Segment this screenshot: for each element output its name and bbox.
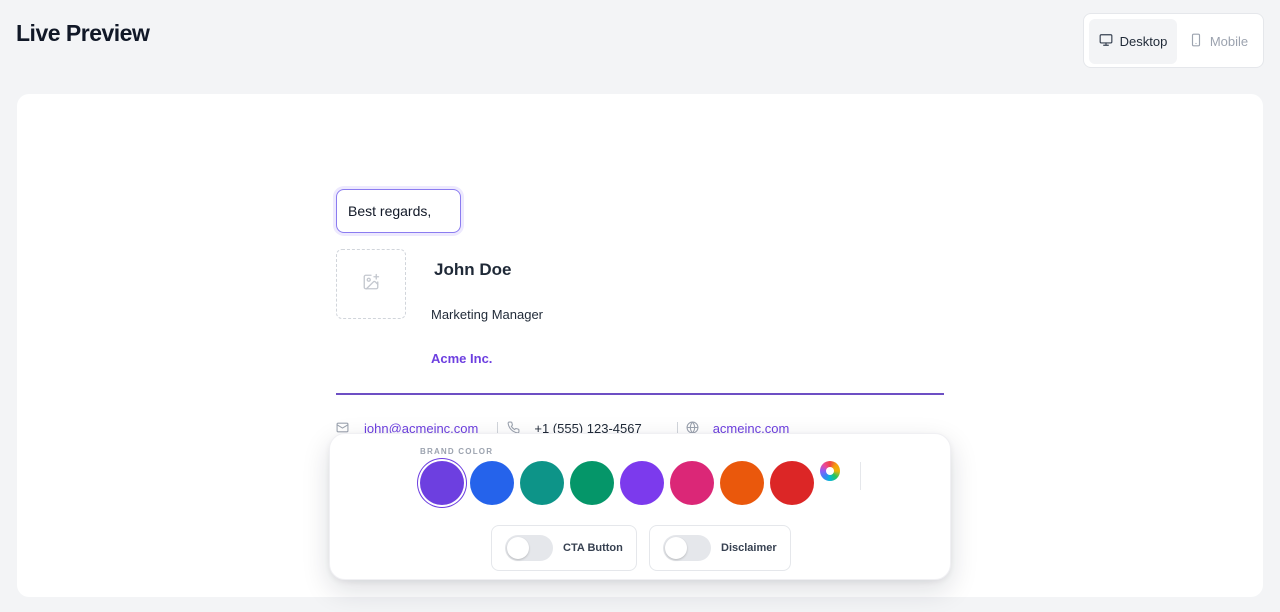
color-swatch[interactable] <box>670 461 714 505</box>
signature-name[interactable]: John Doe <box>434 260 511 280</box>
toolbar-divider <box>860 462 861 490</box>
smartphone-icon <box>1189 33 1203 50</box>
mobile-view-label: Mobile <box>1209 34 1249 49</box>
signature-divider <box>336 393 944 395</box>
disclaimer-switch[interactable] <box>663 535 711 561</box>
view-toggle: Desktop Mobile <box>1083 13 1264 68</box>
brand-color-label: BRAND COLOR <box>420 447 494 456</box>
cta-switch-knob <box>507 537 529 559</box>
cta-switch[interactable] <box>505 535 553 561</box>
color-swatch[interactable] <box>420 461 464 505</box>
greeting-text: Best regards, <box>348 203 432 219</box>
color-swatch[interactable] <box>720 461 764 505</box>
cta-toggle-label: CTA Button <box>563 542 623 554</box>
monitor-icon <box>1099 33 1113 50</box>
style-toolbar: BRAND COLOR CTA Button Disclaimer <box>329 433 951 580</box>
disclaimer-toggle-label: Disclaimer <box>721 542 777 554</box>
page-title: Live Preview <box>16 20 150 46</box>
disclaimer-toggle[interactable]: Disclaimer <box>649 525 791 571</box>
color-swatch[interactable] <box>770 461 814 505</box>
signature-job-title[interactable]: Marketing Manager <box>431 307 543 322</box>
color-swatch[interactable] <box>620 461 664 505</box>
greeting-input[interactable]: Best regards, <box>336 189 461 233</box>
mobile-view-button[interactable]: Mobile <box>1179 19 1258 64</box>
disclaimer-switch-knob <box>665 537 687 559</box>
color-swatch[interactable] <box>470 461 514 505</box>
image-plus-icon <box>362 273 380 296</box>
desktop-view-label: Desktop <box>1119 34 1168 49</box>
photo-upload-placeholder[interactable] <box>336 249 406 319</box>
cta-button-toggle[interactable]: CTA Button <box>491 525 637 571</box>
color-wheel-icon[interactable] <box>820 461 840 481</box>
signature-company[interactable]: Acme Inc. <box>431 351 492 366</box>
color-swatch[interactable] <box>520 461 564 505</box>
desktop-view-button[interactable]: Desktop <box>1089 19 1177 64</box>
color-swatch[interactable] <box>570 461 614 505</box>
